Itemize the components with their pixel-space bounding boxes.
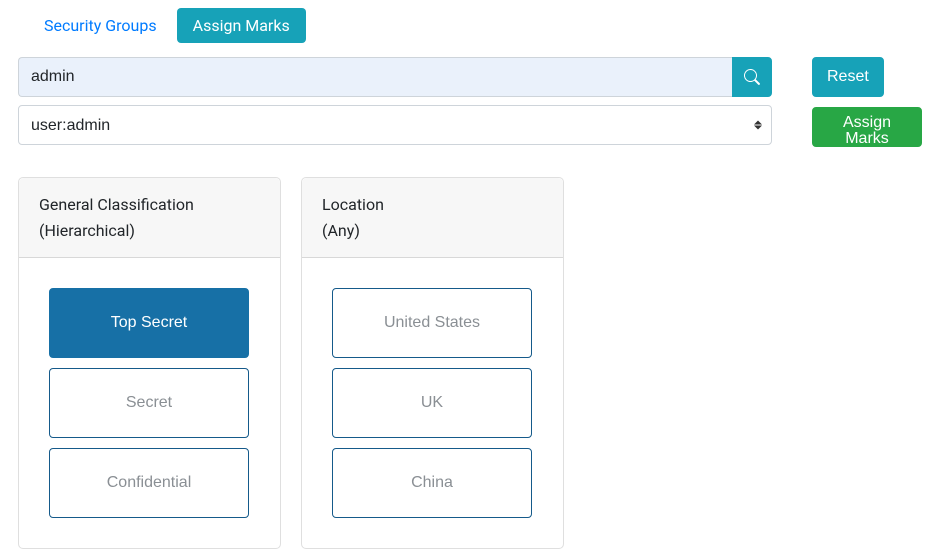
tab-assign-marks[interactable]: Assign Marks [177,8,306,43]
card-location: Location (Any) United States UK China [301,177,564,549]
card-header: Location (Any) [302,178,563,258]
card-title-line1: Location [322,195,384,214]
user-select[interactable]: user:admin [18,105,772,145]
cards-row: General Classification (Hierarchical) To… [18,177,922,549]
tab-security-groups[interactable]: Security Groups [28,8,173,43]
mark-uk[interactable]: UK [332,368,532,438]
mark-confidential[interactable]: Confidential [49,448,249,518]
card-general-classification: General Classification (Hierarchical) To… [18,177,281,549]
search-input[interactable] [18,57,732,97]
reset-button[interactable]: Reset [812,57,884,97]
mark-china[interactable]: China [332,448,532,518]
tabs: Security Groups Assign Marks [28,8,922,43]
card-title-line2: (Any) [322,221,360,240]
search-group [18,57,772,97]
mark-united-states[interactable]: United States [332,288,532,358]
assign-marks-button[interactable]: Assign Marks [812,107,922,147]
mark-secret[interactable]: Secret [49,368,249,438]
mark-top-secret[interactable]: Top Secret [49,288,249,358]
card-title-line1: General Classification [39,195,194,214]
search-button[interactable] [732,57,772,97]
card-header: General Classification (Hierarchical) [19,178,280,258]
card-title-line2: (Hierarchical) [39,221,135,240]
search-icon [744,69,760,85]
